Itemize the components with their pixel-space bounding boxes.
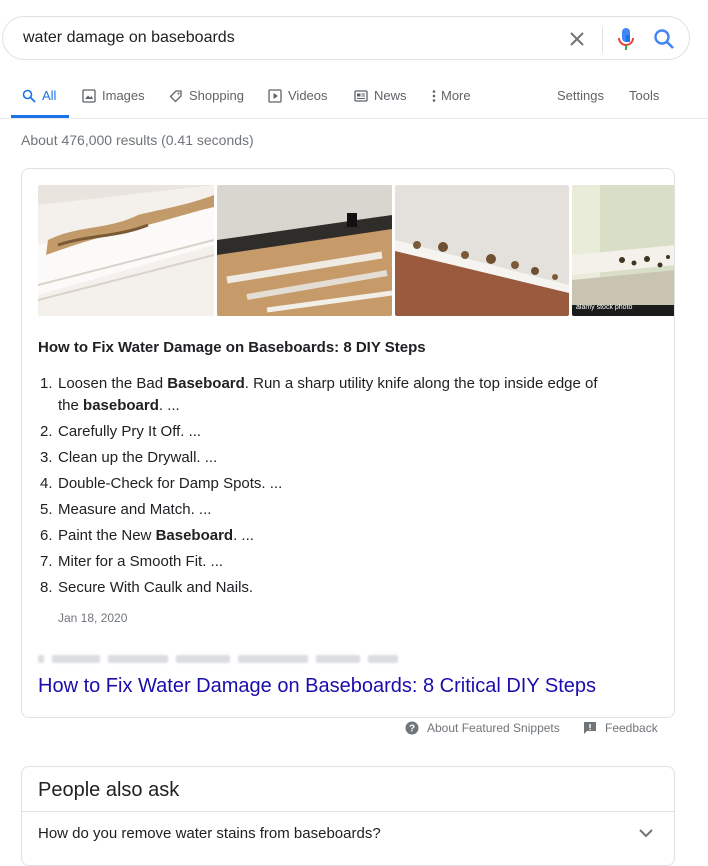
step-text: . ... [158, 397, 180, 414]
clear-icon[interactable] [565, 27, 589, 51]
tab-tools-label: Tools [629, 88, 660, 103]
people-also-ask-title: People also ask [38, 779, 180, 801]
snippet-image-2[interactable] [217, 185, 392, 316]
tab-settings[interactable]: Settings [557, 88, 604, 103]
results-stats: About 476,000 results (0.41 seconds) [21, 132, 254, 148]
svg-text:?: ? [409, 724, 415, 735]
blurred-source-url [38, 653, 398, 665]
tab-videos[interactable]: Videos [268, 88, 328, 103]
step-text: the [58, 397, 84, 414]
image-watermark: alamy stock photo [576, 304, 633, 311]
removed-baseboard-image [217, 185, 392, 316]
search-icon[interactable] [653, 28, 675, 50]
about-featured-snippets[interactable]: ? About Featured Snippets [405, 721, 560, 735]
tab-more-label: More [441, 88, 471, 103]
step-number: 4. [40, 475, 53, 492]
help-icon: ? [405, 721, 419, 735]
tab-more[interactable]: More [431, 88, 471, 103]
step-number: 8. [40, 579, 53, 596]
snippet-steps-list: 1. Loosen the Bad Baseboard. Run a sharp… [38, 373, 638, 603]
tab-all[interactable]: All [22, 88, 56, 103]
search-bar: water damage on baseboards [2, 16, 690, 60]
paa-divider [22, 811, 674, 812]
list-item: 5. Measure and Match. ... [38, 499, 638, 521]
list-item: 8. Secure With Caulk and Nails. [38, 577, 638, 599]
list-item: 6. Paint the New Baseboard. ... [38, 525, 638, 547]
tab-news-label: News [374, 88, 407, 103]
tab-shopping[interactable]: Shopping [169, 88, 244, 103]
about-featured-snippets-label: About Featured Snippets [427, 721, 560, 735]
tab-all-label: All [42, 88, 57, 103]
feedback-label: Feedback [605, 721, 658, 735]
baseboard-damage-image [38, 185, 214, 316]
step-number: 5. [40, 501, 53, 518]
drywall-holes-image [395, 185, 569, 316]
search-input[interactable]: water damage on baseboards [23, 29, 235, 47]
snippet-image-4[interactable]: alamy stock photo [572, 185, 674, 316]
feedback-icon [584, 722, 596, 734]
feedback-button[interactable]: Feedback [583, 721, 658, 735]
step-text: Carefully Pry It Off. ... [58, 423, 202, 440]
searchbar-divider [602, 27, 603, 53]
snippet-image-3[interactable] [395, 185, 569, 316]
tab-news[interactable]: News [354, 88, 407, 103]
step-text: Clean up the Drywall. ... [58, 449, 218, 466]
step-text: . ... [233, 527, 254, 544]
news-icon [354, 89, 368, 102]
step-number: 1. [40, 375, 53, 392]
people-also-ask: People also ask How do you remove water … [21, 766, 675, 866]
snippet-title: How to Fix Water Damage on Baseboards: 8… [38, 339, 426, 356]
tab-settings-label: Settings [557, 88, 604, 103]
active-tab-indicator [11, 115, 69, 118]
tab-videos-label: Videos [288, 88, 328, 103]
chevron-down-icon[interactable] [636, 823, 656, 843]
list-item: 7. Miter for a Smooth Fit. ... [38, 551, 638, 573]
step-bold-text: Baseboard [167, 375, 245, 392]
list-item: 1. Loosen the Bad Baseboard. Run a sharp… [38, 373, 638, 417]
search-icon [22, 89, 36, 103]
snippet-date: Jan 18, 2020 [58, 611, 128, 625]
videos-icon [268, 88, 282, 103]
step-bold-text: baseboard [83, 397, 159, 414]
mic-icon[interactable] [614, 26, 638, 52]
featured-snippet: alamy stock photo How to Fix Water Damag… [21, 168, 675, 718]
step-number: 6. [40, 527, 53, 544]
step-number: 3. [40, 449, 53, 466]
step-number: 7. [40, 553, 53, 570]
images-icon [82, 88, 96, 103]
snippet-result-link[interactable]: How to Fix Water Damage on Baseboards: 8… [38, 675, 596, 698]
more-dots-icon [432, 89, 436, 102]
paa-question[interactable]: How do you remove water stains from base… [38, 825, 381, 842]
step-text: Loosen the Bad [58, 375, 168, 392]
step-text: . Run a sharp utility knife along the to… [244, 375, 598, 392]
step-bold-text: Baseboard [155, 527, 234, 544]
step-text: Paint the New [58, 527, 156, 544]
snippet-image-1[interactable] [38, 185, 214, 316]
tab-images[interactable]: Images [82, 88, 145, 103]
mold-baseboard-image [572, 185, 674, 316]
tab-tools[interactable]: Tools [629, 88, 659, 103]
tab-images-label: Images [102, 88, 145, 103]
step-text: Miter for a Smooth Fit. ... [58, 553, 224, 570]
tab-shopping-label: Shopping [189, 88, 244, 103]
step-text: Secure With Caulk and Nails. [58, 579, 254, 596]
step-text: Measure and Match. ... [58, 501, 212, 518]
shopping-tag-icon [169, 89, 182, 102]
list-item: 2. Carefully Pry It Off. ... [38, 421, 638, 443]
search-tabs: All Images Shopping Videos News More Set… [0, 80, 708, 119]
step-text: Double-Check for Damp Spots. ... [58, 475, 283, 492]
list-item: 3. Clean up the Drywall. ... [38, 447, 638, 469]
step-number: 2. [40, 423, 53, 440]
list-item: 4. Double-Check for Damp Spots. ... [38, 473, 638, 495]
